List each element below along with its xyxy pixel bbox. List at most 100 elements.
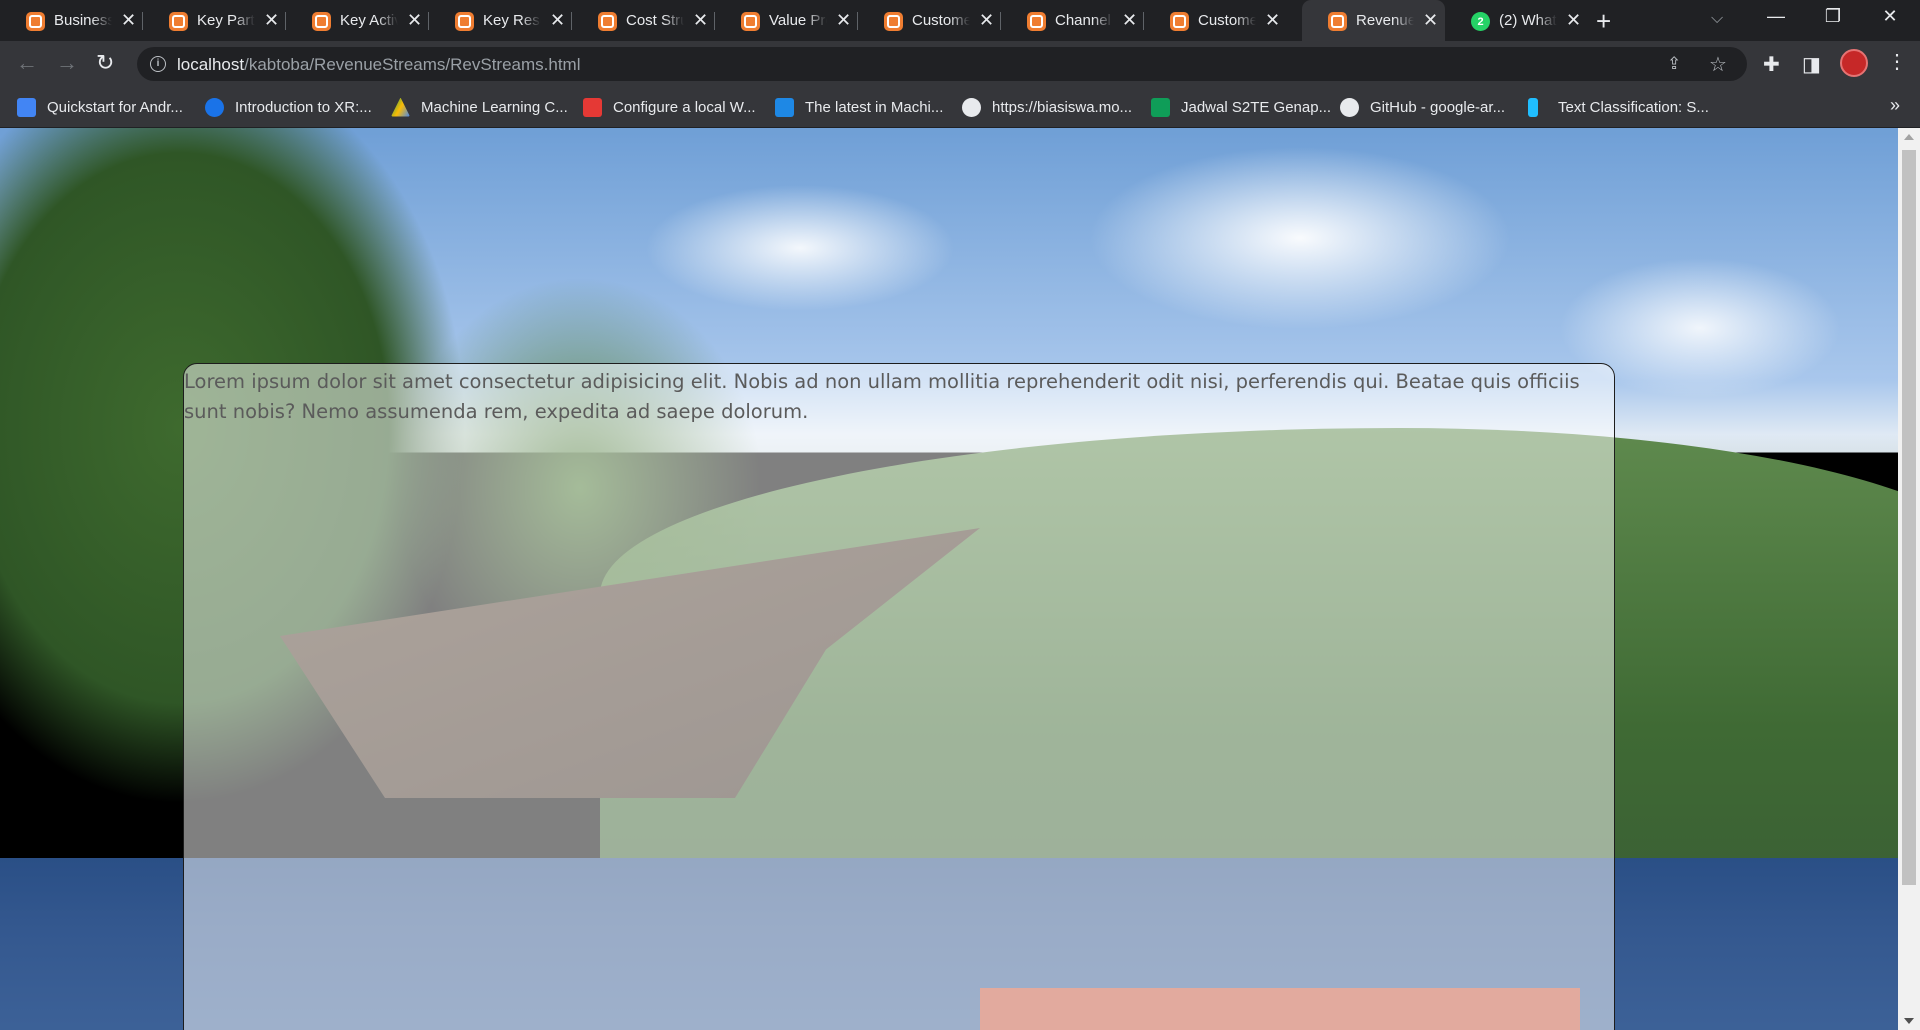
tab-title: Channel [1055,12,1111,29]
tab-channel[interactable]: Channel ✕ [1001,0,1144,41]
tab-value-proposition[interactable]: Value Pro ✕ [715,0,858,41]
restore-icon[interactable]: ❐ [1813,6,1853,27]
bookmark-item[interactable]: GitHub - google-ar... [1340,96,1505,118]
bookmark-label: Text Classification: S... [1558,98,1709,116]
codepen-icon [884,12,903,31]
scroll-up-icon[interactable] [1904,134,1914,140]
close-icon[interactable]: ✕ [1423,10,1438,30]
window-close-icon[interactable]: ✕ [1870,6,1910,27]
close-icon[interactable]: ✕ [407,10,422,30]
close-icon[interactable]: ✕ [1566,10,1581,30]
scroll-down-icon[interactable] [1904,1018,1914,1024]
close-icon[interactable]: ✕ [1122,10,1137,30]
tab-title: Business I [54,12,112,29]
page-viewport: Lorem ipsum dolor sit amet consectetur a… [0,128,1898,1030]
bookmark-favicon [205,97,224,117]
tab-strip: Business I ✕ Key Partn ✕ Key Activi ✕ Ke… [0,0,1920,41]
page-scrollbar[interactable] [1898,128,1920,1030]
share-icon[interactable]: ⇪ [1667,54,1681,74]
tab-key-activities[interactable]: Key Activi ✕ [286,0,429,41]
bookmarks-bar: Quickstart for Andr... Introduction to X… [0,87,1920,128]
tab-whatsapp[interactable]: 2 (2) Whats ✕ [1445,0,1588,41]
codepen-icon [1027,12,1046,31]
close-icon[interactable]: ✕ [836,10,851,30]
bookmark-favicon [1151,97,1170,117]
tab-title: Customer [1198,12,1256,29]
bookmark-label: https://biasiswa.mo... [992,98,1133,116]
reload-icon[interactable]: ↻ [96,51,114,75]
panel-paragraph: Lorem ipsum dolor sit amet consectetur a… [184,370,1580,423]
bookmarks-overflow-icon[interactable]: » [1890,95,1900,116]
close-icon[interactable]: ✕ [979,10,994,30]
codepen-icon [741,12,760,31]
codepen-icon [1328,12,1347,31]
url-path: /kabtoba/RevenueStreams/RevStreams.html [244,55,581,74]
bookmark-label: Machine Learning C... [421,98,568,116]
close-icon[interactable]: ✕ [693,10,708,30]
tab-title: (2) Whats [1499,12,1557,29]
bookmark-label: Jadwal S2TE Genap... [1181,98,1332,116]
tab-title: Revenue [1356,12,1414,29]
bookmark-item[interactable]: Text Classification: S... [1528,96,1709,118]
codepen-icon [455,12,474,31]
new-tab-icon[interactable]: + [1596,7,1611,35]
bookmark-favicon [17,97,36,117]
codepen-icon [26,12,45,31]
profile-avatar[interactable] [1840,49,1868,77]
bookmark-label: Introduction to XR:... [235,98,372,116]
side-panel-icon[interactable]: ◨ [1802,52,1821,77]
bookmark-favicon [391,97,410,117]
url-host: localhost [177,55,245,74]
codepen-icon [1170,12,1189,31]
bookmark-label: GitHub - google-ar... [1370,98,1506,116]
bookmark-favicon [583,97,602,117]
bookmark-item[interactable]: Quickstart for Andr... [17,96,183,118]
close-icon[interactable]: ✕ [550,10,565,30]
forward-icon[interactable]: → [56,51,78,75]
bookmark-label: Configure a local W... [613,98,756,116]
tab-title: Key Partn [197,12,255,29]
bookmark-label: The latest in Machi... [805,98,944,116]
tab-customer-1[interactable]: Customer ✕ [858,0,1001,41]
tab-title: Customer [912,12,970,29]
bookmark-favicon [775,97,794,117]
address-url[interactable]: localhost/kabtoba/RevenueStreams/RevStre… [177,55,580,75]
close-icon[interactable]: ✕ [1265,10,1280,30]
bookmark-item[interactable]: https://biasiswa.mo... [962,96,1132,118]
codepen-icon [598,12,617,31]
tab-title: Key Reso [483,12,541,29]
tab-customer-2[interactable]: Customer ✕ [1144,0,1287,41]
bookmark-item[interactable]: Introduction to XR:... [205,96,372,118]
tab-business[interactable]: Business I ✕ [0,0,143,41]
content-panel: Lorem ipsum dolor sit amet consectetur a… [183,363,1615,1030]
close-icon[interactable]: ✕ [264,10,279,30]
tab-cost-structure[interactable]: Cost Stru ✕ [572,0,715,41]
minimize-icon[interactable]: — [1756,6,1796,27]
tab-key-partners[interactable]: Key Partn ✕ [143,0,286,41]
bookmark-item[interactable]: The latest in Machi... [775,96,943,118]
tab-key-resources[interactable]: Key Reso ✕ [429,0,572,41]
whatsapp-icon: 2 [1471,12,1490,31]
extensions-icon[interactable]: ✚ [1763,52,1780,77]
browser-toolbar: ← → ↻ i localhost/kabtoba/RevenueStreams… [0,41,1920,87]
codepen-icon [312,12,331,31]
bookmark-label: Quickstart for Andr... [47,98,183,116]
bookmark-favicon [962,97,981,117]
bookmark-item[interactable]: Jadwal S2TE Genap... [1151,96,1331,118]
github-icon [1340,97,1359,117]
address-bar[interactable]: i localhost/kabtoba/RevenueStreams/RevSt… [137,47,1747,81]
back-icon[interactable]: ← [16,51,38,75]
menu-icon[interactable]: ⋮ [1887,49,1907,75]
site-info-icon[interactable]: i [150,56,166,72]
tab-revenue[interactable]: Revenue ✕ [1302,0,1445,41]
close-icon[interactable]: ✕ [121,10,136,30]
scroll-thumb[interactable] [1902,150,1916,885]
whatsapp-badge: 2 [1477,15,1484,28]
tab-search-icon[interactable]: ⌵ [1711,10,1723,28]
bookmark-item[interactable]: Machine Learning C... [391,96,568,118]
bookmark-star-icon[interactable]: ☆ [1709,52,1727,77]
tab-title: Key Activi [340,12,398,29]
bookmark-item[interactable]: Configure a local W... [583,96,756,118]
tab-title: Value Pro [769,12,827,29]
tab-title: Cost Stru [626,12,684,29]
